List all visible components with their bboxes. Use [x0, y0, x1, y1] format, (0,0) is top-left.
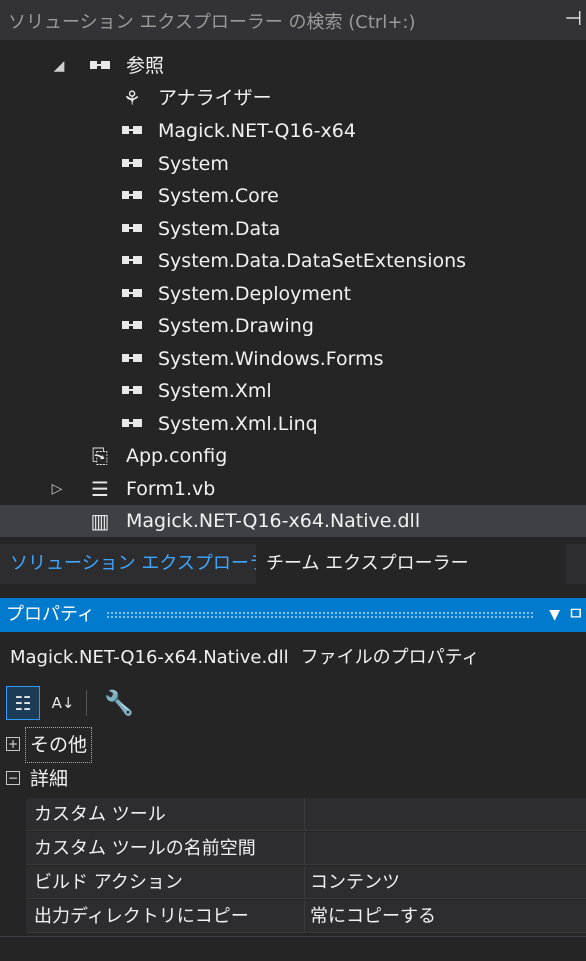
tree-item-label: System.Data.DataSetExtensions	[158, 250, 467, 272]
solution-tree: ◢ 参照 ⚘ アナライザー Magick.NET-Q16-x64 System …	[0, 42, 586, 540]
category-misc[interactable]: + その他	[0, 727, 586, 763]
category-label: 詳細	[30, 768, 69, 790]
reference-icon	[122, 256, 144, 266]
tree-item-label: アナライザー	[158, 87, 272, 109]
properties-title-bar: プロパティ ▼ ㅁ	[0, 598, 586, 632]
tree-item-reference[interactable]: System.Xml.Linq	[0, 408, 586, 440]
analyzer-icon: ⚘	[123, 86, 141, 110]
tree-item-label: System.Data	[158, 218, 281, 240]
category-advanced[interactable]: − 詳細	[0, 762, 586, 796]
tree-item-reference[interactable]: Magick.NET-Q16-x64	[0, 115, 586, 147]
tree-item-label: System.Xml	[158, 380, 272, 402]
tree-item-reference[interactable]: System.Data	[0, 213, 586, 245]
tree-item-label: System.Deployment	[158, 283, 352, 305]
property-row[interactable]: ビルド アクション コンテンツ	[26, 866, 586, 899]
tree-item-reference[interactable]: System.Xml	[0, 375, 586, 407]
tree-item-reference[interactable]: System	[0, 148, 586, 180]
reference-icon	[122, 224, 144, 234]
tree-item-label: 参照	[126, 55, 165, 77]
tree-item-form1[interactable]: ▷ ☰ Form1.vb	[0, 473, 586, 505]
property-row[interactable]: カスタム ツール	[26, 798, 586, 831]
dll-file-icon: ▥	[90, 509, 110, 533]
reference-icon	[90, 61, 112, 71]
tree-item-app-config[interactable]: ⎘ App.config	[0, 440, 586, 472]
column-divider[interactable]	[304, 866, 305, 898]
grip-pattern	[106, 611, 534, 619]
tree-item-reference[interactable]: System.Windows.Forms	[0, 343, 586, 375]
tree-item-reference[interactable]: System.Core	[0, 180, 586, 212]
properties-title: プロパティ	[6, 604, 95, 625]
panel-divider	[0, 936, 586, 937]
property-name: 出力ディレクトリにコピー	[34, 906, 249, 927]
tree-item-reference[interactable]: System.Deployment	[0, 278, 586, 310]
tab-team-explorer[interactable]: チーム エクスプローラー	[256, 544, 566, 584]
column-divider[interactable]	[304, 900, 305, 932]
reference-icon	[122, 289, 144, 299]
column-divider[interactable]	[304, 832, 305, 864]
categorized-view-icon[interactable]: ☷	[6, 686, 40, 720]
config-file-icon: ⎘	[92, 444, 108, 468]
tree-item-reference[interactable]: System.Data.DataSetExtensions	[0, 245, 586, 277]
reference-icon	[122, 386, 144, 396]
reference-icon	[122, 354, 144, 364]
tree-item-label: Magick.NET-Q16-x64.Native.dll	[126, 510, 421, 532]
collapse-minus-icon[interactable]: −	[6, 771, 20, 785]
property-value[interactable]: 常にコピーする	[310, 900, 436, 933]
reference-icon	[122, 159, 144, 169]
reference-icon	[122, 191, 144, 201]
column-divider[interactable]	[304, 798, 305, 830]
object-kind: ファイルのプロパティ	[300, 647, 480, 668]
category-label: その他	[24, 727, 93, 763]
alphabetical-sort-icon[interactable]: A↓	[46, 686, 80, 720]
property-name: ビルド アクション	[34, 872, 183, 893]
reference-icon	[122, 321, 144, 331]
tree-item-label: App.config	[126, 445, 228, 467]
solution-explorer-search[interactable]: ソリューション エクスプローラー の検索 (Ctrl+:) ⊣	[0, 0, 586, 40]
tree-item-label: System.Xml.Linq	[158, 413, 318, 435]
tree-item-label: System.Drawing	[158, 315, 314, 337]
tree-item-native-dll[interactable]: ▥ Magick.NET-Q16-x64.Native.dll	[0, 505, 586, 537]
property-value[interactable]: コンテンツ	[310, 866, 400, 899]
tree-item-reference[interactable]: System.Drawing	[0, 310, 586, 342]
properties-toolbar: ☷ A↓ 🔧	[0, 684, 586, 724]
form-file-icon: ☰	[91, 477, 109, 501]
pin-icon[interactable]: ㅁ	[567, 598, 584, 632]
tree-item-label: System.Core	[158, 185, 279, 207]
tree-item-label: System.Windows.Forms	[158, 348, 384, 370]
tree-item-label: Magick.NET-Q16-x64	[158, 120, 356, 142]
dropdown-arrow-icon[interactable]: ▼	[549, 598, 560, 632]
reference-icon	[122, 419, 144, 429]
explorer-tabs: ソリューション エクスプローラー チーム エクスプローラー	[0, 544, 586, 584]
property-name: カスタム ツール	[34, 804, 166, 825]
tree-item-analyzers[interactable]: ⚘ アナライザー	[0, 82, 586, 114]
property-name: カスタム ツールの名前空間	[34, 838, 256, 859]
properties-object-selector[interactable]: Magick.NET-Q16-x64.Native.dll ファイルのプロパティ	[0, 636, 586, 680]
search-input[interactable]: ソリューション エクスプローラー の検索 (Ctrl+:)	[8, 12, 415, 33]
collapsed-arrow-icon[interactable]: ▷	[50, 473, 64, 505]
pin-icon[interactable]: ⊣	[565, 6, 582, 30]
property-row[interactable]: 出力ディレクトリにコピー 常にコピーする	[26, 900, 586, 933]
object-name: Magick.NET-Q16-x64.Native.dll	[10, 647, 289, 668]
tab-solution-explorer[interactable]: ソリューション エクスプローラー	[0, 544, 295, 584]
tree-item-label: Form1.vb	[126, 478, 216, 500]
reference-icon	[122, 126, 144, 136]
tree-item-references[interactable]: ◢ 参照	[0, 50, 586, 82]
wrench-icon: 🔧	[104, 689, 134, 717]
property-row[interactable]: カスタム ツールの名前空間	[26, 832, 586, 865]
tree-item-label: System	[158, 153, 229, 175]
expanded-arrow-icon[interactable]: ◢	[52, 50, 66, 82]
expand-plus-icon[interactable]: +	[6, 737, 20, 751]
toolbar-separator	[86, 690, 87, 716]
